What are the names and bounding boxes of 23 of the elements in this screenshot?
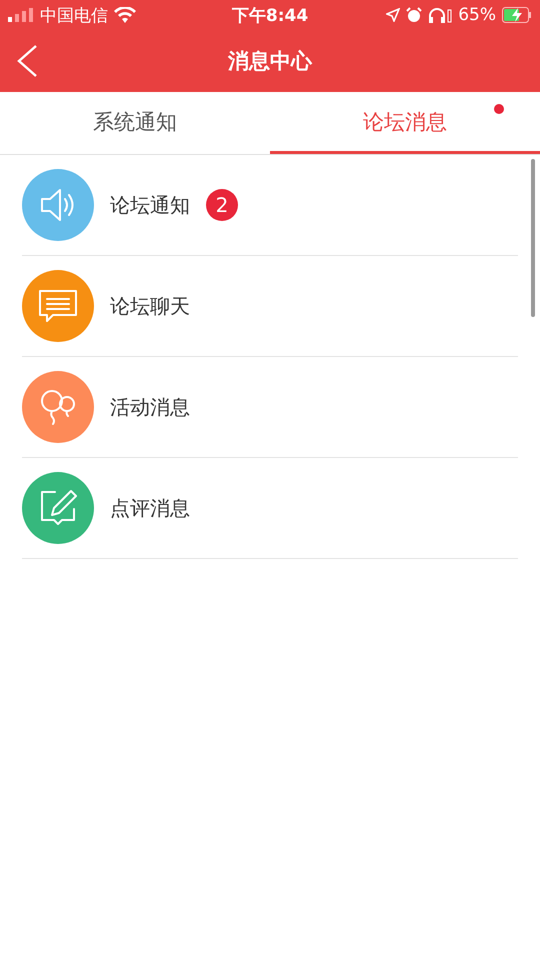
carrier-name: 中国电信: [40, 4, 108, 26]
battery-percent: 65%: [458, 5, 496, 25]
page-title: 消息中心: [228, 48, 312, 75]
wifi-icon: [114, 7, 136, 23]
category-label: 点评消息: [110, 494, 190, 522]
message-category-item[interactable]: 论坛聊天: [22, 256, 518, 357]
alarm-icon: [406, 7, 422, 23]
signal-icon: [8, 8, 34, 22]
message-category-item[interactable]: 论坛通知 2: [22, 155, 518, 256]
back-button[interactable]: [16, 45, 38, 77]
message-category-item[interactable]: 活动消息: [22, 357, 518, 458]
tab[interactable]: 论坛消息: [270, 92, 540, 154]
chat-icon: [37, 287, 79, 325]
status-time: 下午8:44: [232, 4, 308, 26]
headphones-icon: [428, 7, 452, 23]
category-label: 论坛聊天: [110, 292, 190, 320]
unread-count: 2: [206, 189, 238, 221]
battery-charging-icon: [502, 7, 532, 23]
category-label: 活动消息: [110, 394, 190, 420]
location-icon: [386, 8, 400, 22]
tab[interactable]: 系统通知: [0, 92, 270, 154]
category-label: 论坛通知: [110, 192, 190, 218]
message-category-item[interactable]: 点评消息: [22, 458, 518, 559]
